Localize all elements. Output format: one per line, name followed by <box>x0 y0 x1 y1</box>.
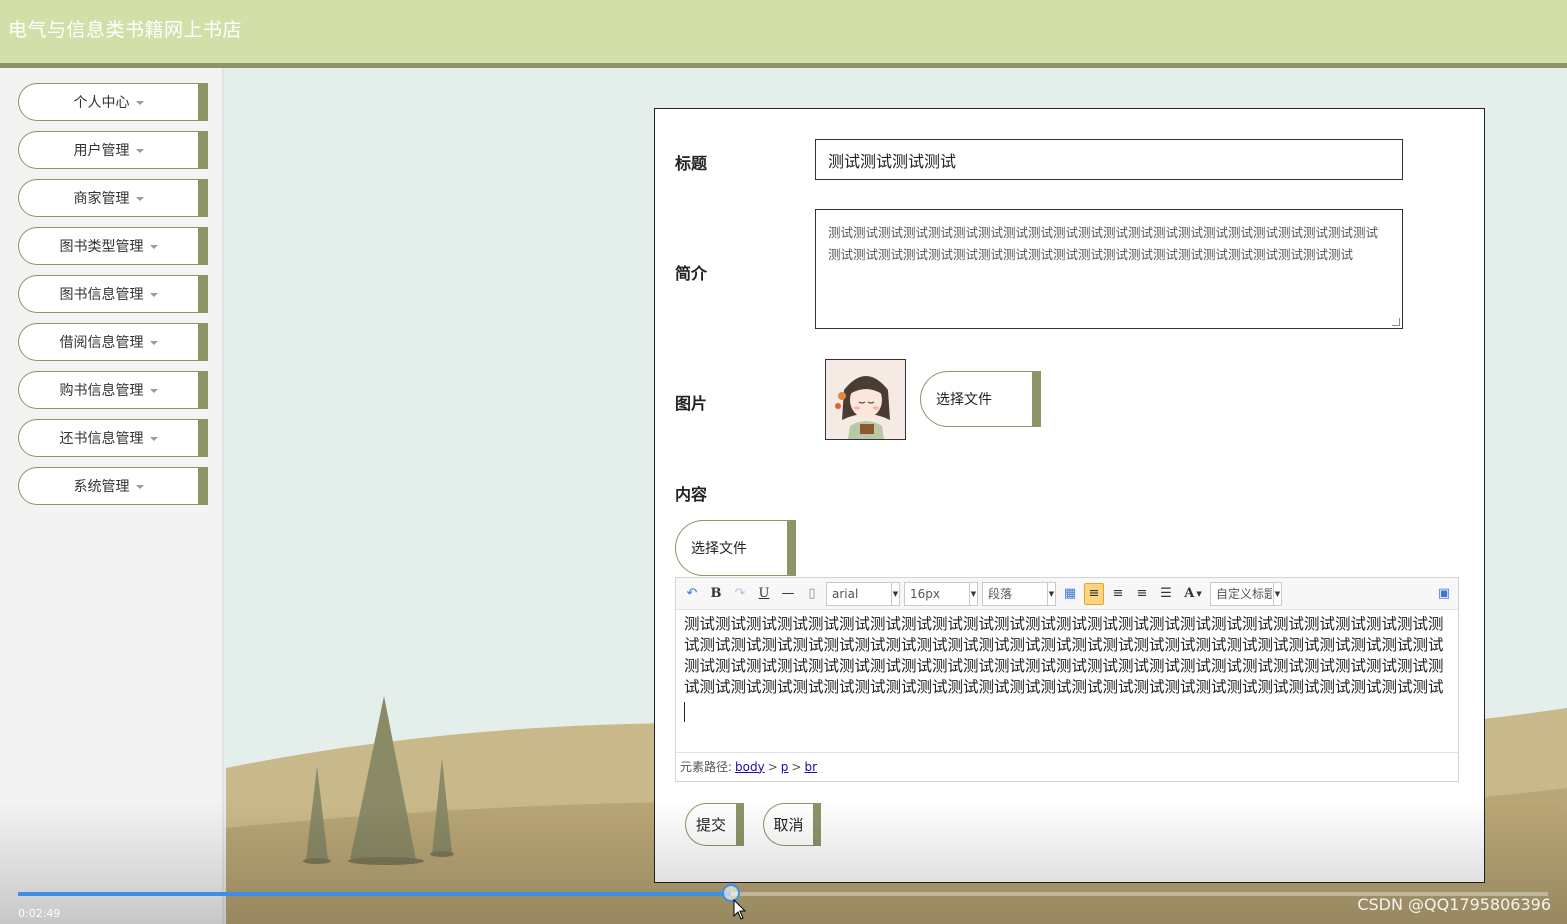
sidebar-item-return-info-management[interactable]: 还书信息管理 <box>18 419 208 457</box>
app-title: 电气与信息类书籍网上书店 <box>8 19 243 41</box>
dropdown-arrow-icon: ▼ <box>1273 582 1281 605</box>
redo-icon[interactable]: ↷ <box>730 583 750 605</box>
video-progress-fill <box>18 892 731 896</box>
sidebar-item-label: 图书类型管理 <box>59 239 144 255</box>
choose-file-label: 选择文件 <box>936 392 992 408</box>
title-input[interactable]: 测试测试测试测试 <box>815 139 1403 180</box>
book-cover-thumbnail <box>825 359 906 440</box>
sidebar-item-label: 借阅信息管理 <box>59 335 144 351</box>
font-size-select[interactable]: 16px ▼ <box>904 581 978 606</box>
element-path-label: 元素路径: <box>680 760 733 774</box>
resize-grip-icon[interactable] <box>1392 318 1400 326</box>
sidebar-item-label: 商家管理 <box>73 191 130 207</box>
caret-down-icon <box>135 101 144 105</box>
preview-icon[interactable]: ▣ <box>1434 583 1454 605</box>
paste-plain-icon[interactable]: ▯ <box>802 583 822 605</box>
sidebar-item-system-management[interactable]: 系统管理 <box>18 467 208 505</box>
sidebar-item-label: 用户管理 <box>73 143 130 159</box>
sidebar-item-book-info-management[interactable]: 图书信息管理 <box>18 275 208 313</box>
custom-heading-select[interactable]: 自定义标题 ▼ <box>1210 581 1282 606</box>
dropdown-arrow-icon: ▼ <box>891 582 899 605</box>
font-family-select[interactable]: arial ▼ <box>826 581 900 606</box>
sidebar-item-book-type-management[interactable]: 图书类型管理 <box>18 227 208 265</box>
sidebar-item-merchant-management[interactable]: 商家管理 <box>18 179 208 217</box>
underline-icon[interactable]: U <box>754 583 774 605</box>
align-left-icon[interactable]: ≡ <box>1084 582 1104 605</box>
sidebar: 个人中心 用户管理 商家管理 图书类型管理 图书信息管理 借阅信息管理 购书信息… <box>0 68 224 924</box>
bold-icon[interactable]: B <box>706 583 726 605</box>
paragraph-select[interactable]: 段落 ▼ <box>982 581 1056 606</box>
sidebar-item-user-management[interactable]: 用户管理 <box>18 131 208 169</box>
summary-textarea[interactable]: 测试测试测试测试测试测试测试测试测试测试测试测试测试测试测试测试测试测试测试测试… <box>815 209 1403 329</box>
sidebar-item-personal-center[interactable]: 个人中心 <box>18 83 208 121</box>
app-header: 电气与信息类书籍网上书店 <box>0 0 1567 68</box>
dropdown-arrow-icon: ▼ <box>969 582 977 605</box>
sidebar-item-label: 还书信息管理 <box>59 431 144 447</box>
rich-text-editor: ↶ B ↷ U — ▯ arial ▼ 16px ▼ 段落 ▼ ▦ ≡ ≡ ≡ ☰ A… <box>675 577 1459 782</box>
paragraph-value: 段落 <box>988 587 1013 601</box>
submit-button[interactable]: 提交 <box>685 803 744 846</box>
custom-heading-value: 自定义标题 <box>1216 587 1272 601</box>
submit-label: 提交 <box>695 816 726 834</box>
sidebar-item-borrow-info-management[interactable]: 借阅信息管理 <box>18 323 208 361</box>
sidebar-item-label: 购书信息管理 <box>59 383 144 399</box>
video-progress-bar[interactable] <box>18 892 1548 896</box>
choose-file-label: 选择文件 <box>691 541 747 557</box>
caret-down-icon <box>149 293 158 297</box>
font-family-value: arial <box>832 586 859 601</box>
edit-form-panel: 标题 测试测试测试测试 简介 测试测试测试测试测试测试测试测试测试测试测试测试测… <box>654 108 1485 883</box>
undo-icon[interactable]: ↶ <box>682 583 702 605</box>
align-right-icon[interactable]: ≡ <box>1108 583 1128 605</box>
summary-label: 简介 <box>675 264 708 283</box>
insert-table-icon[interactable]: ▦ <box>1060 583 1080 605</box>
path-link-body[interactable]: body <box>735 760 765 774</box>
csdn-watermark: CSDN @QQ1795806396 <box>1357 895 1551 914</box>
caret-down-icon <box>149 245 158 249</box>
caret-down-icon <box>149 389 158 393</box>
path-link-br[interactable]: br <box>804 760 817 774</box>
caret-down-icon <box>135 485 144 489</box>
dropdown-arrow-icon: ▼ <box>1047 582 1055 605</box>
editor-toolbar: ↶ B ↷ U — ▯ arial ▼ 16px ▼ 段落 ▼ ▦ ≡ ≡ ≡ ☰ A… <box>676 578 1458 610</box>
title-label: 标题 <box>675 154 708 173</box>
caret-down-icon <box>135 197 144 201</box>
sidebar-item-label: 个人中心 <box>73 95 130 111</box>
content-label: 内容 <box>675 485 708 504</box>
font-color-icon[interactable]: A ▼ <box>1180 583 1206 605</box>
image-label: 图片 <box>675 394 708 413</box>
caret-down-icon <box>149 437 158 441</box>
font-size-value: 16px <box>910 586 940 601</box>
video-timestamp: 0:02:49 <box>18 907 61 920</box>
editor-content-area[interactable]: 测试测试测试测试测试测试测试测试测试测试测试测试测试测试测试测试测试测试测试测试… <box>676 610 1458 752</box>
horizontal-rule-icon[interactable]: — <box>778 583 798 605</box>
align-center-icon[interactable]: ≡ <box>1132 583 1152 605</box>
align-justify-icon[interactable]: ☰ <box>1156 583 1176 605</box>
choose-content-file-button[interactable]: 选择文件 <box>675 520 796 576</box>
cancel-button[interactable]: 取消 <box>763 803 821 846</box>
editor-paragraph: 测试测试测试测试测试测试测试测试测试测试测试测试测试测试测试测试测试测试测试测试… <box>684 615 1444 696</box>
sidebar-item-label: 图书信息管理 <box>59 287 144 303</box>
caret-down-icon <box>149 341 158 345</box>
caret-down-icon <box>135 149 144 153</box>
editor-status-bar: 元素路径: body > p > br <box>676 752 1458 780</box>
sidebar-item-purchase-info-management[interactable]: 购书信息管理 <box>18 371 208 409</box>
text-cursor <box>684 702 685 722</box>
cancel-label: 取消 <box>773 816 804 834</box>
avatar-illustration <box>826 360 905 439</box>
summary-text: 测试测试测试测试测试测试测试测试测试测试测试测试测试测试测试测试测试测试测试测试… <box>828 225 1379 262</box>
sidebar-item-label: 系统管理 <box>73 479 130 495</box>
choose-image-file-button[interactable]: 选择文件 <box>920 371 1041 427</box>
path-link-p[interactable]: p <box>781 760 789 774</box>
